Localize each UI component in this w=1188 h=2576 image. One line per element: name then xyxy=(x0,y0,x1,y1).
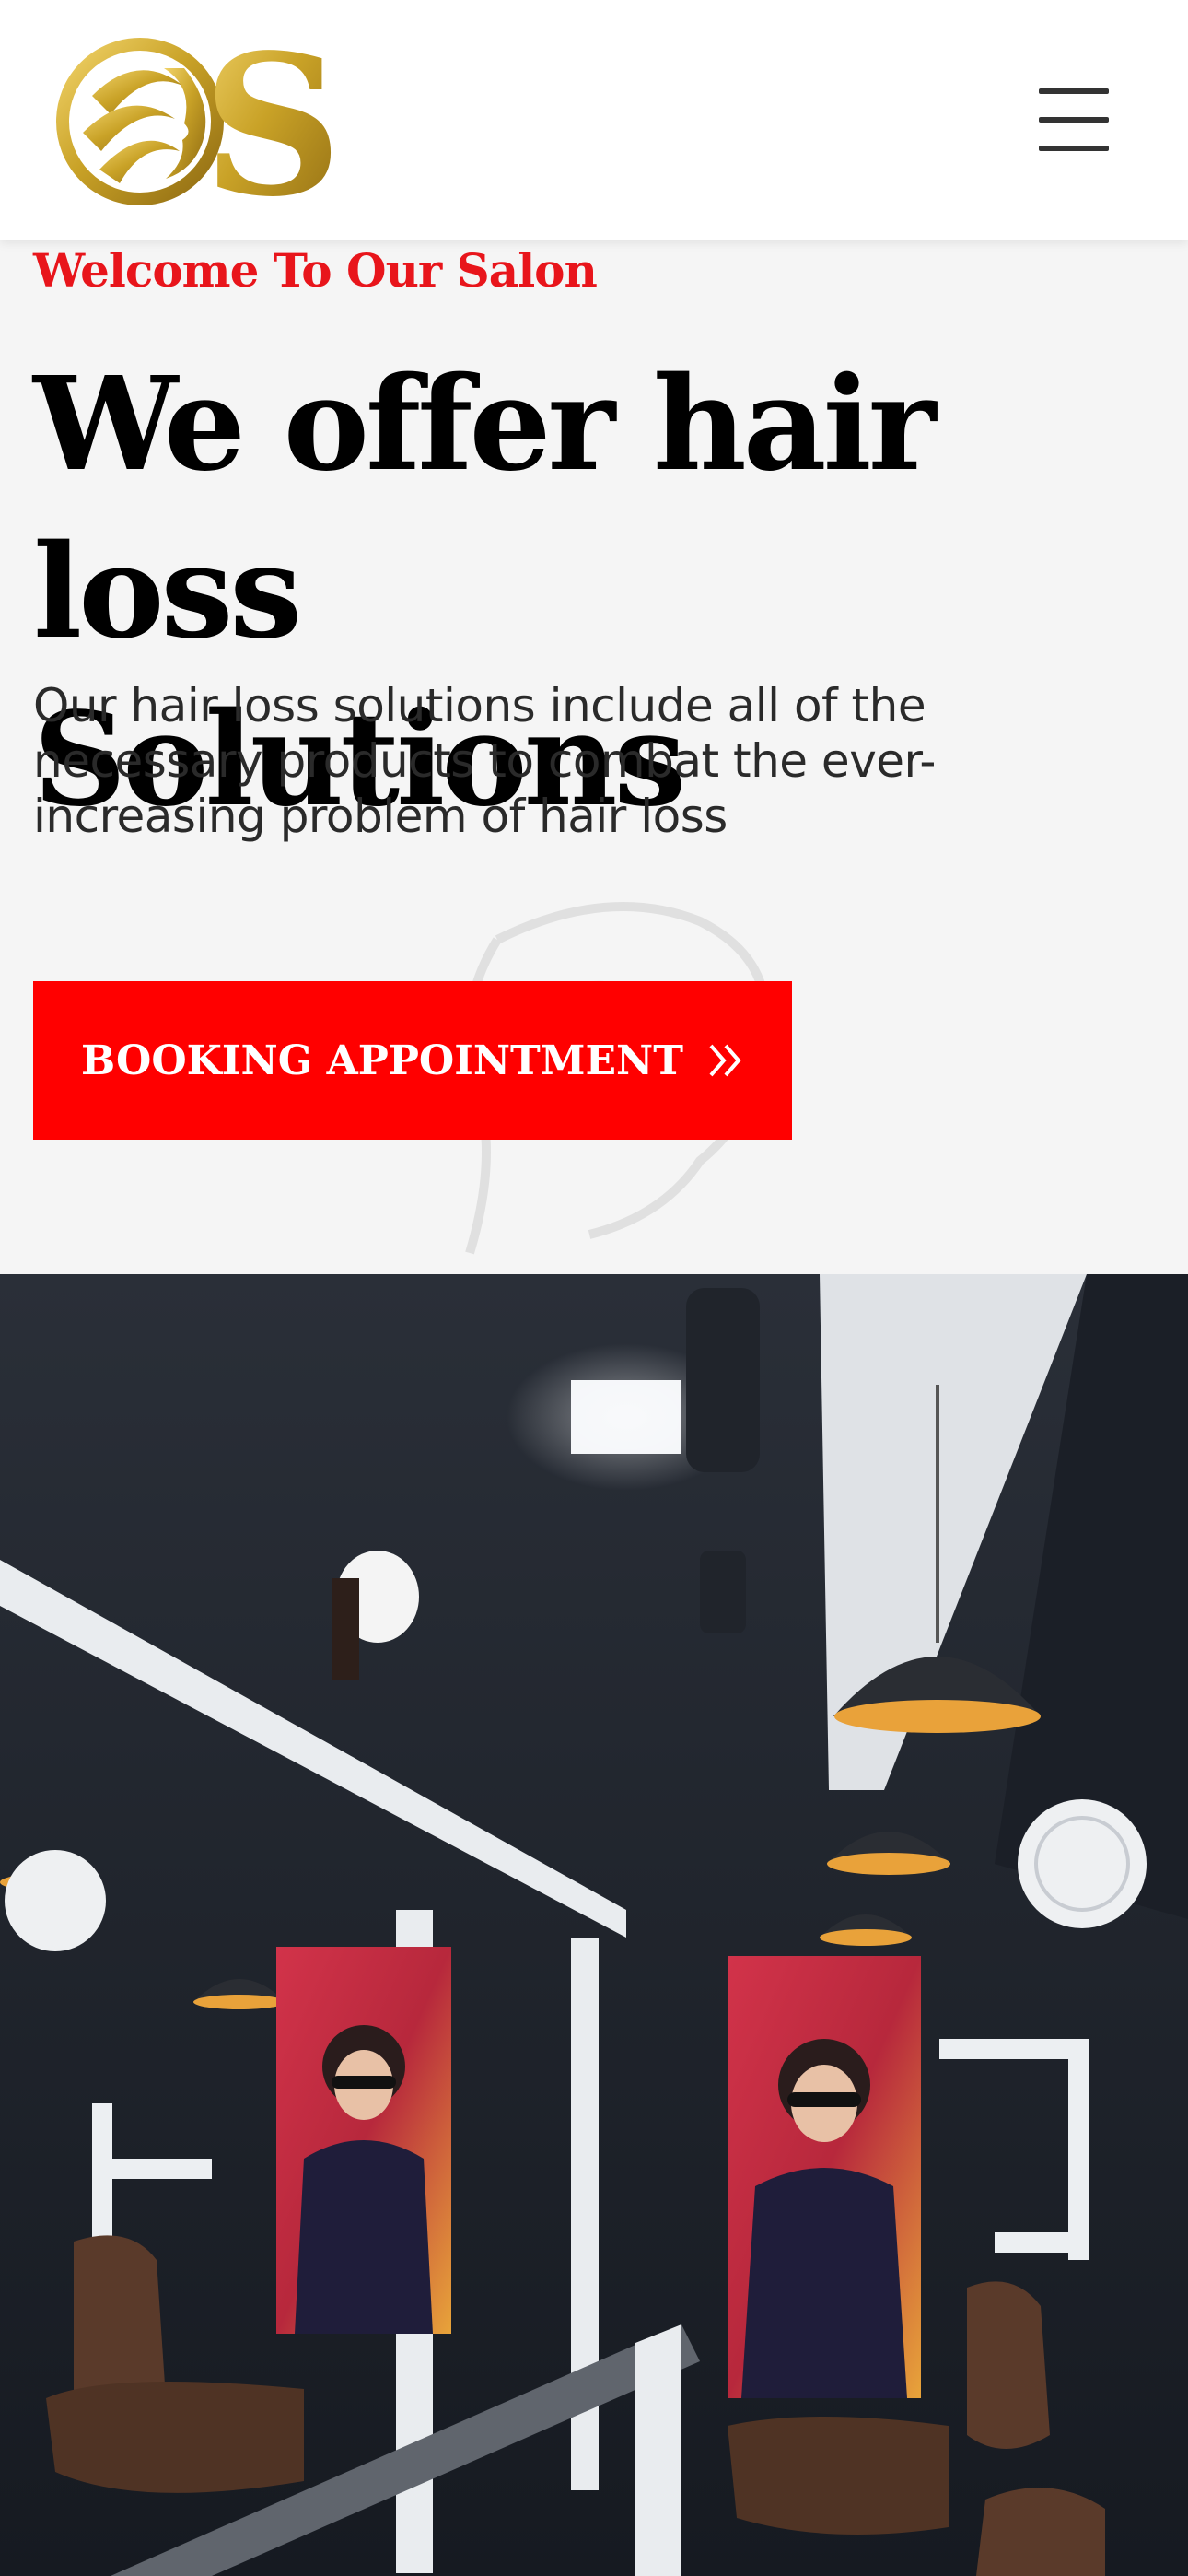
site-header: S xyxy=(0,0,1188,240)
double-chevron-right-icon xyxy=(709,1044,741,1077)
menu-bar xyxy=(1039,88,1109,94)
headline-line-1: We offer hair loss xyxy=(33,349,936,668)
salon-interior-photo xyxy=(0,1274,1188,2576)
svg-text:S: S xyxy=(203,31,332,212)
salon-logo-icon[interactable]: S xyxy=(55,12,343,240)
booking-appointment-button[interactable]: BOOKING APPOINTMENT xyxy=(33,981,792,1140)
welcome-tagline: Welcome To Our Salon xyxy=(33,243,598,298)
menu-bar xyxy=(1039,117,1109,123)
booking-button-label: BOOKING APPOINTMENT xyxy=(81,1036,683,1084)
menu-bar xyxy=(1039,146,1109,151)
hero-description: Our hair loss solutions include all of t… xyxy=(33,679,936,843)
hamburger-menu-icon[interactable] xyxy=(1039,88,1109,151)
